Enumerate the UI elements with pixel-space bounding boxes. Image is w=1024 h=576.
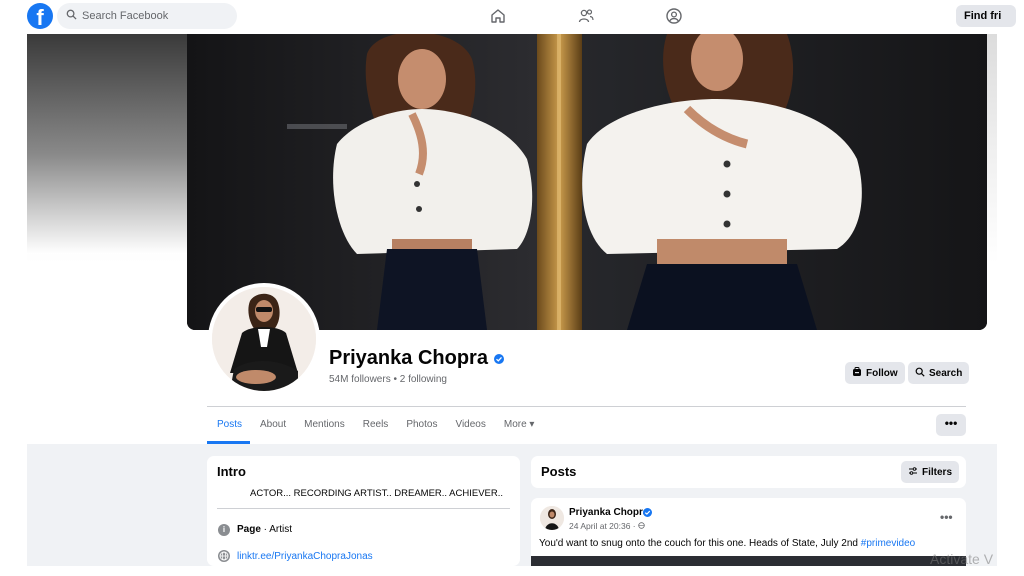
home-icon[interactable] bbox=[489, 7, 507, 25]
follower-stats[interactable]: 54M followers • 2 following bbox=[329, 374, 447, 385]
globe-icon bbox=[638, 521, 645, 531]
intro-category-label: Page bbox=[237, 524, 261, 535]
tab-photos[interactable]: Photos bbox=[396, 407, 445, 444]
post-body: You'd want to snug onto the couch for th… bbox=[539, 538, 861, 549]
globe-icon bbox=[218, 550, 230, 562]
profile-circle-icon[interactable] bbox=[665, 7, 683, 25]
intro-category: Page · Artist bbox=[237, 524, 292, 535]
filters-button-label: Filters bbox=[922, 466, 953, 478]
intro-bio: ACTOR... RECORDING ARTIST.. DREAMER.. AC… bbox=[250, 488, 504, 499]
intro-divider bbox=[217, 508, 510, 509]
search-icon bbox=[915, 367, 925, 380]
post-author-avatar[interactable] bbox=[540, 506, 564, 530]
facebook-logo[interactable]: f bbox=[27, 3, 53, 29]
post-timestamp-text: 24 April at 20:36 · bbox=[569, 521, 638, 531]
more-options-button[interactable]: ••• bbox=[936, 414, 966, 436]
info-icon: i bbox=[218, 524, 230, 536]
verified-badge-icon bbox=[643, 508, 652, 517]
follow-button[interactable]: Follow bbox=[845, 362, 905, 384]
intro-card bbox=[207, 456, 520, 566]
post-timestamp[interactable]: 24 April at 20:36 · bbox=[569, 521, 645, 531]
tab-reels[interactable]: Reels bbox=[353, 407, 397, 444]
friends-icon[interactable] bbox=[577, 7, 595, 25]
intro-website-link[interactable]: linktr.ee/PriyankaChopraJonas bbox=[237, 551, 373, 562]
messenger-icon bbox=[852, 366, 862, 380]
find-friends-button[interactable]: Find fri bbox=[956, 5, 1016, 27]
cover-left-shade bbox=[27, 34, 187, 254]
search-icon bbox=[66, 7, 77, 25]
tab-posts[interactable]: Posts bbox=[207, 407, 251, 444]
post-menu-button[interactable]: ••• bbox=[940, 510, 953, 524]
post-media[interactable] bbox=[531, 556, 966, 566]
profile-name: Priyanka Chopra bbox=[329, 347, 488, 369]
activate-windows-watermark: Activate V bbox=[930, 551, 994, 567]
search-input[interactable] bbox=[82, 10, 222, 22]
post-author-name[interactable]: Priyanka Chopra bbox=[569, 507, 648, 518]
tab-videos[interactable]: Videos bbox=[445, 407, 493, 444]
search-box[interactable] bbox=[57, 3, 237, 29]
filters-button[interactable]: Filters bbox=[901, 461, 960, 483]
search-profile-button[interactable]: Search bbox=[908, 362, 970, 384]
profile-tabs: Posts About Mentions Reels Photos Videos… bbox=[207, 407, 542, 444]
intro-title: Intro bbox=[217, 464, 246, 479]
post-hashtag[interactable]: #primevideo bbox=[861, 538, 915, 549]
posts-title: Posts bbox=[541, 464, 577, 479]
verified-badge-icon bbox=[494, 354, 504, 364]
tab-more[interactable]: More ▾ bbox=[494, 407, 543, 444]
tab-mentions[interactable]: Mentions bbox=[294, 407, 353, 444]
filters-icon bbox=[908, 466, 918, 479]
tab-about[interactable]: About bbox=[250, 407, 294, 444]
facebook-logo-letter: f bbox=[36, 5, 44, 29]
follow-button-label: Follow bbox=[866, 367, 898, 379]
top-navigation-bar: f Find fri bbox=[0, 0, 1024, 32]
intro-category-value: · Artist bbox=[260, 524, 293, 535]
post-text: You'd want to snug onto the couch for th… bbox=[539, 538, 915, 549]
profile-avatar[interactable] bbox=[208, 283, 320, 395]
search-button-label: Search bbox=[929, 367, 963, 379]
cover-photo[interactable] bbox=[187, 34, 987, 330]
